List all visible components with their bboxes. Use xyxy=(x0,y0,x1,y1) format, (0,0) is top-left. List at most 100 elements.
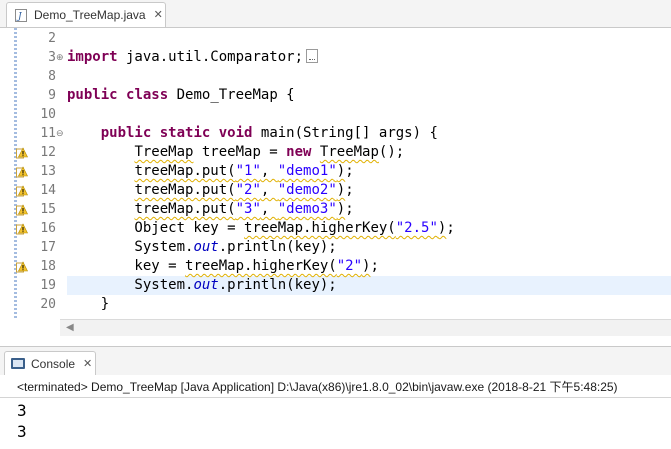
string-token: "2" xyxy=(336,258,363,274)
code-token: ; xyxy=(370,258,379,274)
code-token: Object key = xyxy=(67,220,245,236)
collapsed-imports-icon[interactable] xyxy=(306,49,319,63)
line-number: 3 xyxy=(48,50,56,65)
line-number: 19 xyxy=(40,278,56,293)
code-line[interactable]: TreeMap treeMap = new TreeMap(); xyxy=(67,143,404,162)
line-number: 11 xyxy=(40,126,56,141)
console-output-line: 3 xyxy=(17,422,27,441)
line-number: 14 xyxy=(40,183,56,198)
warning-icon[interactable] xyxy=(16,203,28,216)
code-token: out xyxy=(193,239,219,255)
close-icon[interactable]: ✕ xyxy=(154,9,163,21)
line-number: 17 xyxy=(40,240,56,255)
console-icon xyxy=(11,358,25,369)
close-icon[interactable]: ✕ xyxy=(83,357,92,370)
code-line[interactable]: treeMap.put("3", "demo3"); xyxy=(67,200,354,219)
console-tab-label: Console xyxy=(31,356,76,371)
code-token: , xyxy=(260,163,278,179)
code-line[interactable]: public static void main(String[] args) { xyxy=(67,124,438,143)
code-token: ; xyxy=(345,182,354,198)
keyword-token: import xyxy=(67,49,118,65)
code-token: .println(key); xyxy=(218,239,337,255)
code-token: , xyxy=(260,182,278,198)
warning-icon[interactable] xyxy=(16,260,28,273)
keyword-token: void xyxy=(218,125,253,141)
code-token: key = xyxy=(67,258,186,274)
string-token: "2.5" xyxy=(395,220,438,236)
line-number: 15 xyxy=(40,202,56,217)
code-token: (); xyxy=(378,144,405,160)
code-line[interactable]: import java.util.Comparator; xyxy=(67,48,319,67)
console-process-title: <terminated> Demo_TreeMap [Java Applicat… xyxy=(17,380,618,394)
code-token: ) xyxy=(336,182,346,198)
warning-icon[interactable] xyxy=(16,165,28,178)
editor-tab-demo-treemap[interactable]: J Demo_TreeMap.java ✕ xyxy=(6,2,166,27)
code-token: ) xyxy=(336,201,346,217)
line-number: 20 xyxy=(40,297,56,312)
code-token: Demo_TreeMap { xyxy=(168,87,295,103)
expand-fold-icon[interactable]: ⊕ xyxy=(56,48,64,67)
line-number: 2 xyxy=(48,31,56,46)
code-line[interactable]: treeMap.put("1", "demo1"); xyxy=(67,162,354,181)
editor-tab-bar: J Demo_TreeMap.java ✕ xyxy=(0,0,671,28)
code-token: ; xyxy=(345,163,354,179)
code-token: treeMap.put( xyxy=(134,163,236,179)
keyword-token: public xyxy=(100,125,152,141)
code-token: TreeMap xyxy=(134,144,194,160)
string-token: "demo3" xyxy=(277,201,337,217)
code-token: treeMap.higherKey( xyxy=(185,258,337,274)
code-token: treeMap.higherKey( xyxy=(244,220,396,236)
code-line[interactable]: public class Demo_TreeMap { xyxy=(67,86,295,105)
code-token: .println(key); xyxy=(218,277,337,293)
console-view[interactable]: <terminated> Demo_TreeMap [Java Applicat… xyxy=(0,375,671,449)
line-number: 16 xyxy=(40,221,56,236)
code-line[interactable]: treeMap.put("2", "demo2"); xyxy=(67,181,354,200)
line-number: 8 xyxy=(48,69,56,84)
warning-icon[interactable] xyxy=(16,222,28,235)
code-token: treeMap = xyxy=(193,144,287,160)
console-tab[interactable]: Console ✕ xyxy=(4,351,96,375)
keyword-token: class xyxy=(126,87,169,103)
string-token: "3" xyxy=(235,201,261,217)
code-editor[interactable]: 2 3 ⊕ import java.util.Comparator; 8 9 public … xyxy=(0,28,671,338)
code-token: ) xyxy=(336,163,346,179)
warning-icon[interactable] xyxy=(16,184,28,197)
code-token: , xyxy=(260,201,278,217)
line-number: 13 xyxy=(40,164,56,179)
line-number: 12 xyxy=(40,145,56,160)
warning-icon[interactable] xyxy=(16,146,28,159)
code-line[interactable]: System.out.println(key); xyxy=(67,238,337,257)
editor-tab-label: Demo_TreeMap.java xyxy=(34,8,146,22)
console-output-line: 3 xyxy=(17,401,27,420)
keyword-token: public xyxy=(67,87,118,103)
code-line[interactable]: key = treeMap.higherKey("2"); xyxy=(67,257,379,276)
string-token: "demo1" xyxy=(277,163,337,179)
code-token: TreeMap xyxy=(319,144,379,160)
code-line[interactable]: } xyxy=(67,295,109,314)
string-token: "1" xyxy=(235,163,261,179)
code-token: out xyxy=(193,277,219,293)
code-line[interactable]: System.out.println(key); xyxy=(67,276,337,295)
collapse-fold-icon[interactable]: ⊖ xyxy=(56,124,64,143)
string-token: "2" xyxy=(235,182,261,198)
code-token: System. xyxy=(67,277,194,293)
code-line[interactable]: Object key = treeMap.higherKey("2.5"); xyxy=(67,219,455,238)
code-token: ; xyxy=(446,220,455,236)
scroll-left-icon[interactable]: ◀ xyxy=(66,322,74,333)
horizontal-scrollbar[interactable]: ◀ xyxy=(60,319,671,336)
line-number: 10 xyxy=(40,107,56,122)
line-number: 9 xyxy=(48,88,56,103)
java-file-icon: J xyxy=(15,8,27,22)
code-token: ; xyxy=(345,201,354,217)
console-tab-bar: Console ✕ xyxy=(0,346,671,375)
code-token: main(String[] args) { xyxy=(252,125,438,141)
code-token: java.util.Comparator; xyxy=(117,49,304,65)
line-number: 18 xyxy=(40,259,56,274)
